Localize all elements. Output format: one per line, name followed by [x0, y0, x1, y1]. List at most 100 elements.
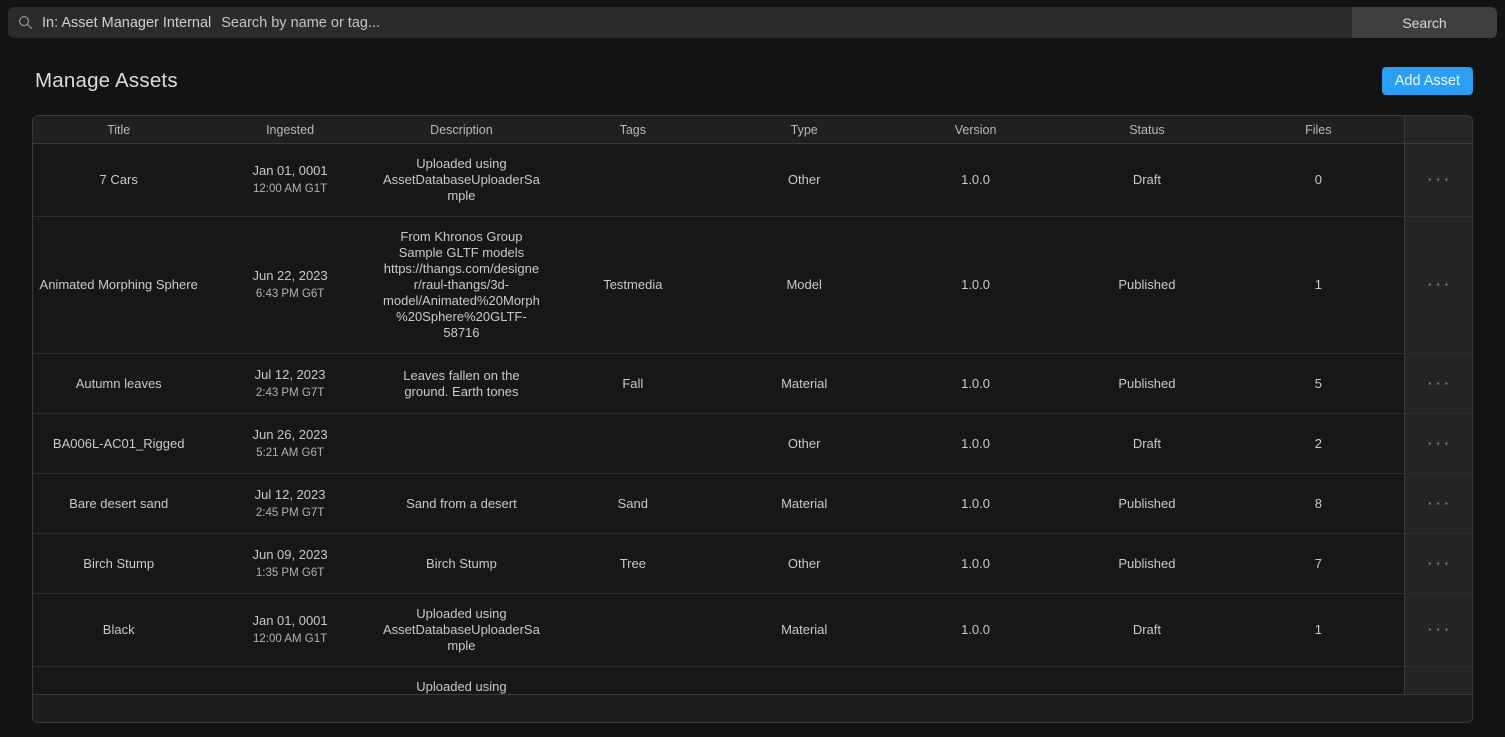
table-header-row: TitleIngestedDescriptionTagsTypeVersionS…: [33, 116, 1472, 144]
cell-ingested: Jun 26, 2023 5:21 AM G6T: [204, 414, 375, 473]
ingested-time: 2:43 PM G7T: [256, 385, 324, 401]
cell-ingested: Jun 22, 2023 6:43 PM G6T: [204, 217, 375, 353]
ingested-date: Jul 12, 2023: [255, 487, 326, 503]
ellipsis-icon: ···: [1424, 556, 1453, 572]
cell-title: [33, 667, 204, 694]
cell-version: 1.0.0: [890, 474, 1061, 533]
cell-description: [376, 414, 547, 473]
cell-status: Draft: [1061, 414, 1232, 473]
ellipsis-icon: ···: [1424, 496, 1453, 512]
cell-description: Sand from a desert: [376, 474, 547, 533]
cell-files: 7: [1233, 534, 1404, 593]
row-actions-button[interactable]: ···: [1404, 144, 1472, 216]
cell-title: 7 Cars: [33, 144, 204, 216]
column-header-version: Version: [890, 116, 1061, 143]
row-actions-button[interactable]: ···: [1404, 594, 1472, 666]
row-actions-button[interactable]: ···: [1404, 354, 1472, 413]
ellipsis-icon: ···: [1424, 436, 1453, 452]
ingested-date: Jan 01, 0001: [252, 163, 327, 179]
ingested-time: 12:00 AM G1T: [253, 181, 327, 197]
row-actions-button[interactable]: ···: [1404, 217, 1472, 353]
cell-version: 1.0.0: [890, 354, 1061, 413]
cell-tags: [547, 414, 718, 473]
cell-tags: [547, 594, 718, 666]
row-actions-button[interactable]: ···: [1404, 474, 1472, 533]
cell-ingested: Jul 12, 2023 2:45 PM G7T: [204, 474, 375, 533]
cell-version: 1.0.0: [890, 144, 1061, 216]
table-body: 7 Cars Jan 01, 0001 12:00 AM G1T Uploade…: [33, 144, 1472, 694]
search-icon: [18, 15, 33, 30]
cell-ingested: Jun 09, 2023 1:35 PM G6T: [204, 534, 375, 593]
cell-type: Other: [719, 144, 890, 216]
table-row: 7 Cars Jan 01, 0001 12:00 AM G1T Uploade…: [33, 144, 1472, 217]
cell-tags: Fall: [547, 354, 718, 413]
cell-type: Other: [719, 534, 890, 593]
ingested-date: Jan 01, 0001: [252, 613, 327, 629]
cell-description: Birch Stump: [376, 534, 547, 593]
column-header-ingested: Ingested: [204, 116, 375, 143]
add-asset-button[interactable]: Add Asset: [1382, 67, 1473, 95]
page-header: Manage Assets Add Asset: [35, 67, 1473, 95]
cell-title: Autumn leaves: [33, 354, 204, 413]
column-header-status: Status: [1061, 116, 1232, 143]
search-scope-label: In: Asset Manager Internal: [42, 15, 211, 31]
cell-files: 2: [1233, 414, 1404, 473]
cell-version: 1.0.0: [890, 414, 1061, 473]
cell-ingested: Jan 01, 0001 12:00 AM G1T: [204, 594, 375, 666]
cell-files: 1: [1233, 594, 1404, 666]
cell-version: 1.0.0: [890, 217, 1061, 353]
ingested-date: Jul 12, 2023: [255, 367, 326, 383]
row-actions-button[interactable]: ···: [1404, 414, 1472, 473]
cell-type: Material: [719, 594, 890, 666]
cell-ingested: Jul 12, 2023 2:43 PM G7T: [204, 354, 375, 413]
ingested-date: Jun 22, 2023: [252, 268, 327, 284]
cell-type: Other: [719, 414, 890, 473]
table-footer: [33, 694, 1472, 722]
cell-title: Birch Stump: [33, 534, 204, 593]
ingested-date: Jun 09, 2023: [252, 547, 327, 563]
column-header-tags: Tags: [547, 116, 718, 143]
cell-status: Draft: [1061, 144, 1232, 216]
cell-description: Uploaded using AssetDatabaseUploaderSamp…: [376, 594, 547, 666]
cell-description: From Khronos Group Sample GLTF models ht…: [376, 217, 547, 353]
ellipsis-icon: ···: [1424, 622, 1453, 638]
cell-files: 5: [1233, 354, 1404, 413]
row-actions-button[interactable]: ···: [1404, 667, 1472, 694]
cell-title: Black: [33, 594, 204, 666]
cell-title: Animated Morphing Sphere: [33, 217, 204, 353]
cell-version: 1.0.0: [890, 594, 1061, 666]
column-header-actions: [1404, 116, 1472, 143]
cell-status: Draft: [1061, 594, 1232, 666]
column-header-type: Type: [719, 116, 890, 143]
cell-version: [890, 667, 1061, 694]
column-header-title: Title: [33, 116, 204, 143]
cell-title: Bare desert sand: [33, 474, 204, 533]
search-input[interactable]: In: Asset Manager Internal Search by nam…: [8, 7, 1352, 38]
page-title: Manage Assets: [35, 69, 178, 93]
ingested-date: Jun 26, 2023: [252, 427, 327, 443]
assets-table: TitleIngestedDescriptionTagsTypeVersionS…: [32, 115, 1473, 723]
cell-description: Uploaded using AssetDatabaseUploaderSamp…: [376, 144, 547, 216]
cell-version: 1.0.0: [890, 534, 1061, 593]
cell-files: 8: [1233, 474, 1404, 533]
cell-type: [719, 667, 890, 694]
search-button[interactable]: Search: [1352, 7, 1497, 38]
cell-description: Uploaded using AssetDatabaseUploaderSamp…: [376, 667, 547, 694]
search-placeholder: Search by name or tag...: [221, 15, 380, 31]
cell-files: 0: [1233, 144, 1404, 216]
table-row: BA006L-AC01_Rigged Jun 26, 2023 5:21 AM …: [33, 414, 1472, 474]
ingested-time: 12:00 AM G1T: [253, 631, 327, 647]
cell-type: Model: [719, 217, 890, 353]
cell-status: Published: [1061, 354, 1232, 413]
cell-files: [1233, 667, 1404, 694]
column-header-description: Description: [376, 116, 547, 143]
cell-files: 1: [1233, 217, 1404, 353]
ingested-time: 5:21 AM G6T: [256, 445, 324, 461]
column-header-files: Files: [1233, 116, 1404, 143]
ingested-time: 2:45 PM G7T: [256, 505, 324, 521]
table-row: Bare desert sand Jul 12, 2023 2:45 PM G7…: [33, 474, 1472, 534]
table-row: Animated Morphing Sphere Jun 22, 2023 6:…: [33, 217, 1472, 354]
cell-type: Material: [719, 474, 890, 533]
row-actions-button[interactable]: ···: [1404, 534, 1472, 593]
ellipsis-icon: ···: [1424, 376, 1453, 392]
